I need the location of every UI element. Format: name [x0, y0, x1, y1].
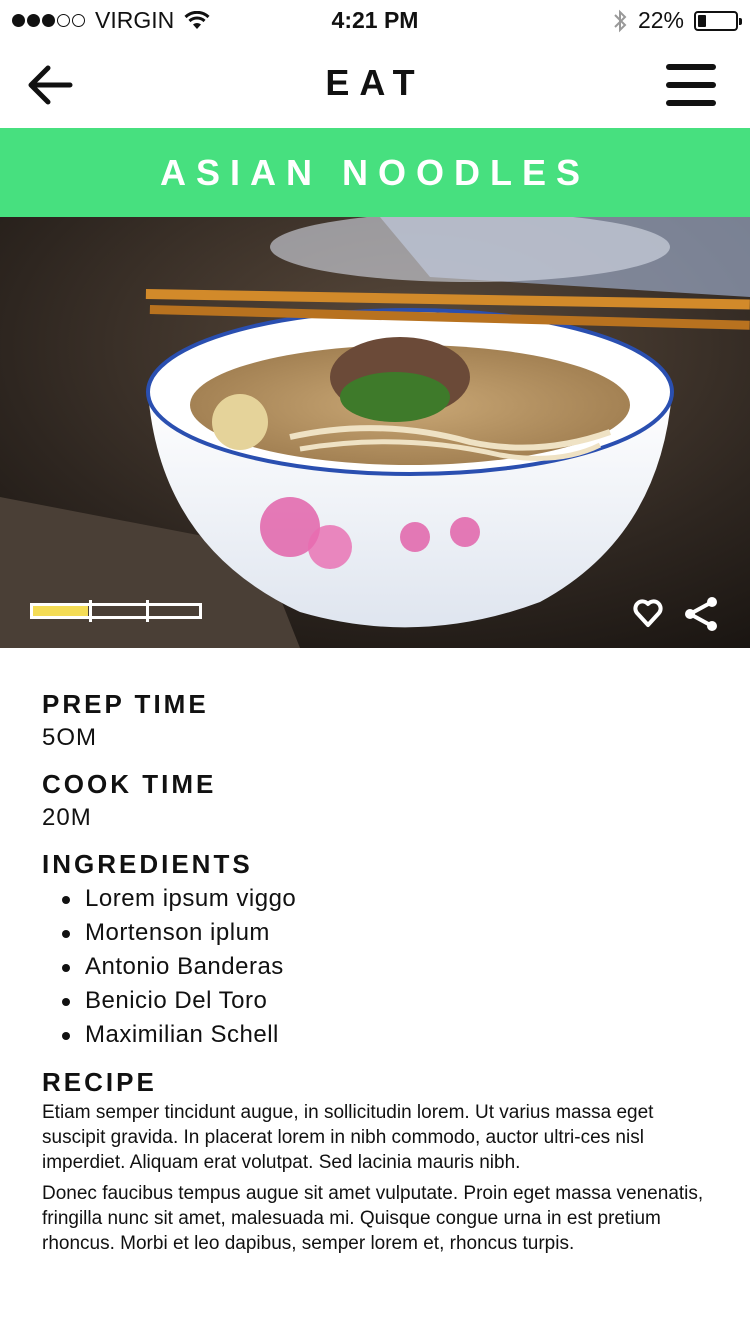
ingredients-list: Lorem ipsum viggo Mortenson iplum Antoni… — [42, 882, 712, 1052]
battery-level — [698, 14, 706, 27]
prep-time-value: 5OM — [42, 724, 98, 751]
category-banner: ASIAN NOODLES — [0, 128, 750, 217]
noodle-bowl-photo — [0, 217, 750, 648]
favorite-button[interactable] — [633, 598, 663, 628]
top-nav: EAT — [0, 40, 750, 128]
recipe-image — [0, 217, 750, 648]
status-right: 22% — [612, 7, 742, 34]
ingredients-label: INGREDIENTS — [42, 849, 253, 879]
ingredient-item: Antonio Banderas — [42, 950, 712, 984]
cook-time-value: 20M — [42, 804, 92, 831]
recipe-paragraph: Donec faucibus tempus augue sit amet vul… — [42, 1183, 704, 1254]
bluetooth-icon — [614, 9, 627, 32]
share-icon — [685, 597, 717, 631]
page-title: EAT — [325, 62, 425, 103]
cook-time-label: COOK TIME — [42, 769, 217, 799]
share-button[interactable] — [683, 597, 719, 631]
ingredient-item: Mortenson iplum — [42, 916, 712, 950]
photo-progress-bar — [30, 600, 202, 622]
recipe-title: ASIAN NOODLES — [159, 152, 591, 193]
recipe-label: RECIPE — [42, 1067, 157, 1097]
status-bar: VIRGIN 4:21 PM 22% — [0, 0, 750, 40]
menu-button[interactable] — [666, 64, 716, 106]
ingredient-item: Lorem ipsum viggo — [42, 882, 712, 916]
battery-percent: 22% — [637, 7, 684, 33]
battery-icon — [694, 10, 742, 31]
heart-icon — [633, 599, 663, 627]
progress-fill — [33, 606, 88, 616]
recipe-details: PREP TIME 5OM COOK TIME 20M INGREDIENTS … — [42, 688, 712, 1262]
prep-time-label: PREP TIME — [42, 689, 209, 719]
ingredient-item: Benicio Del Toro — [42, 984, 712, 1018]
hamburger-menu-icon — [666, 64, 716, 70]
ingredient-item: Maximilian Schell — [42, 1018, 712, 1052]
recipe-paragraph: Etiam semper tincidunt augue, in sollici… — [42, 1102, 654, 1173]
recipe-text: Etiam semper tincidunt augue, in sollici… — [42, 1100, 712, 1256]
